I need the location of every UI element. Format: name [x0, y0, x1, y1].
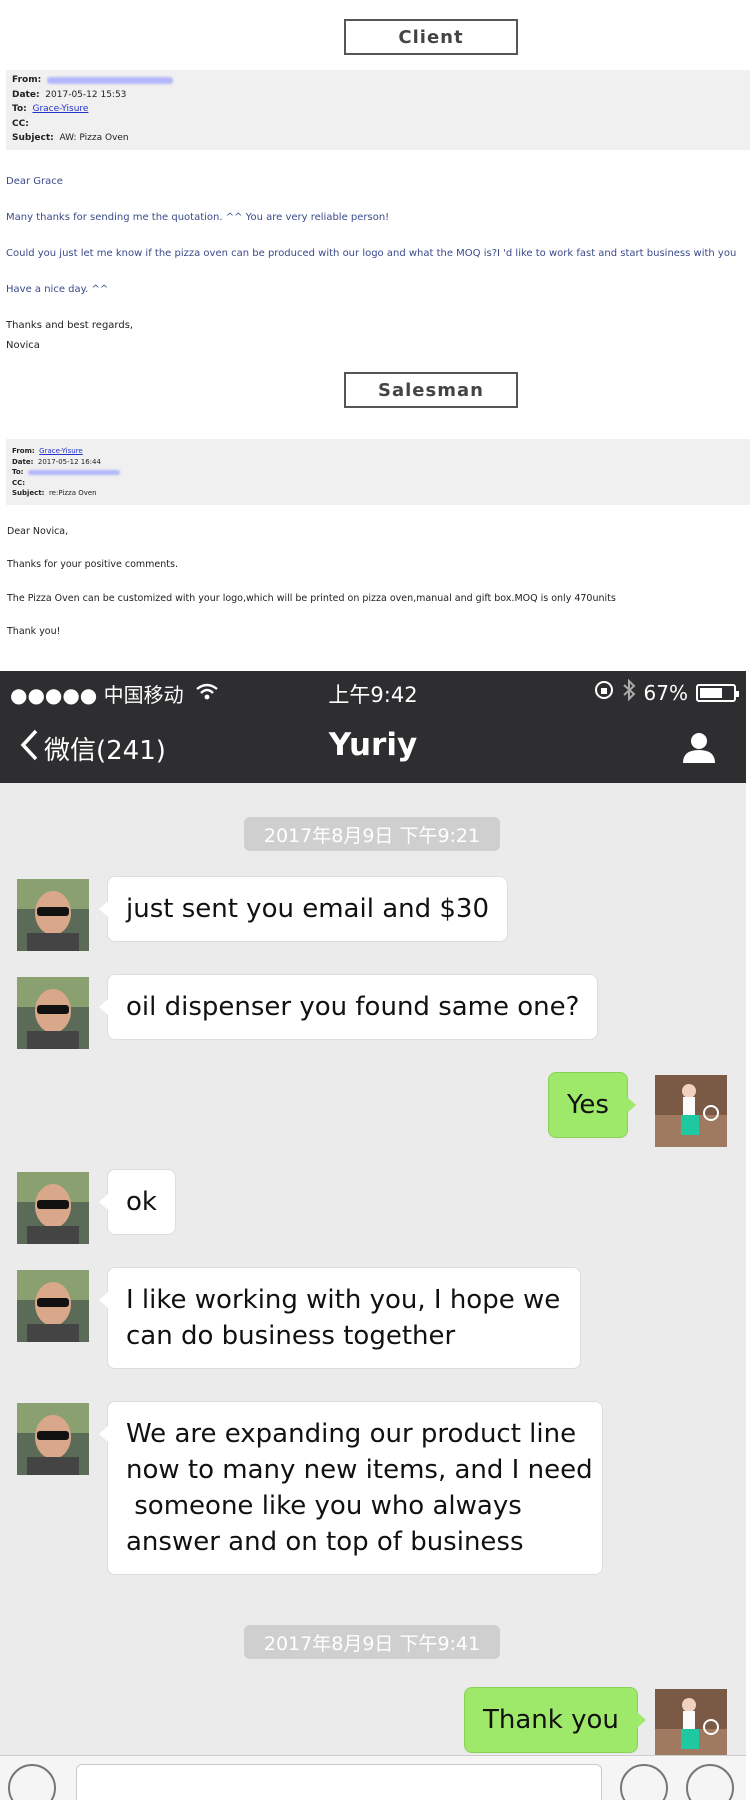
subject-label: Subject: [12, 489, 45, 497]
email-signoff: Thank you! [7, 626, 61, 637]
chat-timestamp: 2017年8月9日 下午9:21 [244, 817, 500, 851]
received-message: We are expanding our product line now to… [99, 1401, 603, 1575]
client-label: Client [344, 19, 518, 55]
wechat-screen: ●●●●● 中国移动 上午9:42 67% 微信(241) Yuriy 2017… [0, 671, 746, 1800]
chat-timestamp: 2017年8月9日 下午9:41 [244, 1625, 500, 1659]
contact-avatar[interactable] [17, 1172, 89, 1244]
client-email-header: From: Date: 2017-05-12 15:53 To: Grace-Y… [6, 70, 750, 150]
subject-label: Subject: [12, 133, 54, 143]
rotation-lock-icon [594, 680, 614, 705]
user-avatar[interactable] [655, 1689, 727, 1761]
message-line: someone like you who always [126, 1491, 522, 1521]
battery-icon [696, 683, 739, 702]
emoji-button[interactable] [620, 1764, 668, 1800]
to-label: To: [12, 104, 27, 114]
date-label: Date: [12, 89, 40, 100]
redacted-recipient [27, 469, 120, 475]
status-bar: ●●●●● 中国移动 上午9:42 67% [0, 671, 746, 711]
message-line: now to many new items, and I need [126, 1455, 593, 1485]
email-line: Could you just let me know if the pizza … [6, 248, 737, 259]
email-date: 2017-05-12 15:53 [45, 89, 127, 100]
email-subject: AW: Pizza Oven [59, 133, 129, 143]
received-message: I like working with you, I hope we can d… [99, 1267, 581, 1369]
cc-label: CC: [12, 118, 29, 129]
sent-message: Yes [548, 1072, 636, 1138]
contact-avatar[interactable] [17, 879, 89, 951]
from-label: From: [12, 75, 42, 85]
email-line: Many thanks for sending me the quotation… [6, 212, 390, 223]
email-recipient-link[interactable]: Grace-Yisure [32, 102, 88, 117]
to-label: To: [12, 468, 24, 476]
message-line: answer and on top of business [126, 1527, 524, 1557]
email-signoff: Thanks and best regards, [6, 320, 134, 331]
date-label: Date: [12, 457, 34, 466]
email-signature: Novica [6, 340, 40, 351]
message-line: We are expanding our product line [126, 1419, 577, 1449]
email-sender-link[interactable]: Grace-Yisure [39, 446, 83, 457]
contact-avatar[interactable] [17, 977, 89, 1049]
redacted-sender [46, 76, 173, 84]
email-greeting: Dear Novica, [7, 526, 69, 537]
chat-title: Yuriy [328, 727, 418, 763]
bluetooth-icon [622, 678, 636, 706]
chat-input-bar [0, 1755, 746, 1800]
email-subject: re:Pizza Oven [48, 489, 97, 497]
voice-input-button[interactable] [8, 1764, 56, 1800]
nav-bar: 微信(241) Yuriy [0, 711, 746, 783]
cc-label: CC: [12, 478, 26, 487]
received-message: oil dispenser you found same one? [98, 974, 599, 1040]
message-line: can do business together [126, 1321, 456, 1351]
contact-avatar[interactable] [17, 1403, 89, 1475]
email-line: Have a nice day. ^^ [6, 284, 109, 295]
user-avatar[interactable] [655, 1075, 727, 1147]
message-line: I like working with you, I hope we [126, 1285, 561, 1315]
received-message: ok [99, 1169, 176, 1235]
contact-avatar[interactable] [17, 1270, 89, 1342]
more-options-button[interactable] [686, 1764, 734, 1800]
email-greeting: Dear Grace [6, 176, 63, 187]
salesman-email-header: From: Grace-Yisure Date: 2017-05-12 16:4… [6, 439, 750, 505]
received-message: just sent you email and $30 [99, 876, 508, 942]
email-line: The Pizza Oven can be customized with yo… [7, 593, 616, 604]
from-label: From: [12, 447, 35, 455]
battery-percent: 67% [643, 680, 688, 705]
contact-profile-button[interactable] [682, 731, 716, 767]
message-input[interactable] [76, 1764, 602, 1800]
person-icon [682, 733, 716, 767]
email-date: 2017-05-12 16:44 [37, 457, 101, 466]
email-line: Thanks for your positive comments. [7, 559, 178, 570]
salesman-label: Salesman [344, 372, 518, 408]
sent-message: Thank you [464, 1687, 646, 1753]
